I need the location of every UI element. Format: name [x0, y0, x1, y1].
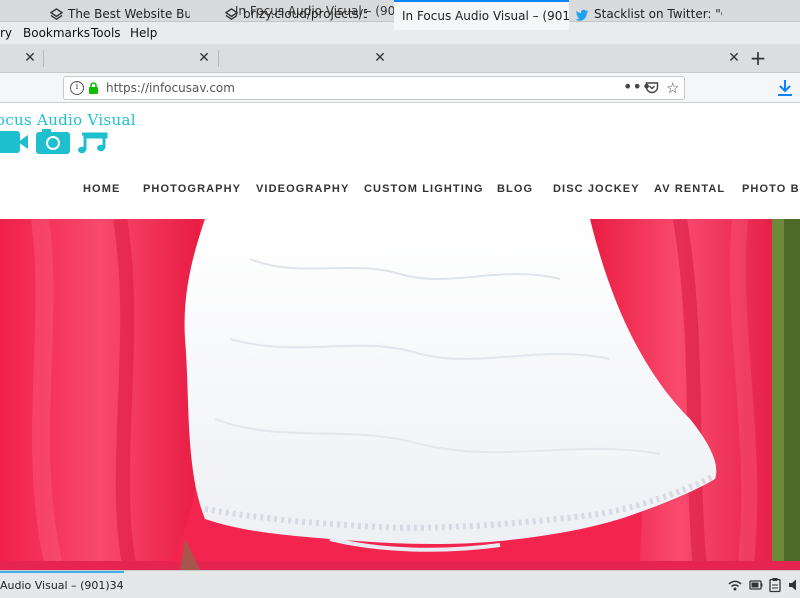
- brizy-icon: [225, 8, 238, 20]
- nav-photo-booth[interactable]: PHOTO BO: [742, 183, 800, 199]
- nav-blog[interactable]: BLOG: [497, 183, 533, 199]
- wifi-icon[interactable]: [728, 577, 742, 593]
- clipboard-icon[interactable]: [769, 577, 781, 593]
- twitter-icon: [576, 9, 589, 21]
- site-header: ocus Audio Visual HOME PHOTOGRAPHY VIDEO…: [0, 103, 800, 219]
- music-note-icon: [78, 132, 108, 154]
- taskbar-firefox-entry[interactable]: Audio Visual – (901)34-FOCUS: [0, 571, 124, 598]
- tab-close-button[interactable]: ✕: [18, 44, 42, 73]
- tab-stacklist-twitter[interactable]: Stacklist on Twitter: "Great: [570, 2, 722, 29]
- tab-bar: [0, 44, 800, 73]
- tab-label: The Best Website Builder |: [68, 7, 190, 21]
- tab-divider: [43, 50, 44, 67]
- info-icon[interactable]: i: [70, 81, 84, 95]
- taskbar: Audio Visual – (901)34-FOCUS: [0, 570, 800, 598]
- tab-in-focus-active[interactable]: In Focus Audio Visual – (901)34-: [394, 0, 569, 30]
- nav-av-rental[interactable]: AV RENTAL: [654, 183, 725, 199]
- taskbar-entry-label: Audio Visual – (901)34-FOCUS: [0, 579, 124, 592]
- camera-icon: [36, 129, 70, 154]
- download-icon[interactable]: [776, 78, 794, 98]
- bookmark-star-icon[interactable]: ☆: [666, 78, 679, 98]
- tab-website-builder[interactable]: The Best Website Builder |: [44, 2, 190, 29]
- battery-icon[interactable]: [749, 577, 763, 593]
- site-logo[interactable]: [0, 129, 116, 155]
- menu-history[interactable]: ry: [0, 22, 12, 44]
- navigation-toolbar: i https://infocusav.com ••• ☆: [0, 73, 800, 103]
- lock-icon[interactable]: [88, 82, 99, 94]
- tab-label: In Focus Audio Visual – (901)34-: [402, 9, 569, 23]
- tab-brizy-projects[interactable]: brizy.cloud/projects/53046: [219, 2, 367, 29]
- address-bar[interactable]: i https://infocusav.com ••• ☆: [63, 76, 685, 100]
- url-text[interactable]: https://infocusav.com: [106, 77, 235, 99]
- video-camera-icon: [0, 131, 28, 153]
- brizy-icon: [50, 8, 63, 20]
- tab-label: Stacklist on Twitter: "Great: [594, 7, 722, 21]
- new-tab-button[interactable]: +: [745, 44, 771, 73]
- nav-disc-jockey[interactable]: DISC JOCKEY: [553, 183, 640, 199]
- tab-label: brizy.cloud/projects/53046: [243, 7, 367, 21]
- site-logo-text[interactable]: ocus Audio Visual: [0, 111, 136, 129]
- nav-home[interactable]: HOME: [83, 183, 120, 199]
- tab-divider: [218, 50, 219, 67]
- tab-close-button[interactable]: ✕: [192, 44, 216, 73]
- volume-icon[interactable]: [788, 577, 800, 593]
- nav-videography[interactable]: VIDEOGRAPHY: [256, 183, 349, 199]
- tab-close-button[interactable]: ✕: [722, 44, 746, 73]
- hero-image: [0, 219, 800, 570]
- nav-custom-lighting[interactable]: CUSTOM LIGHTING: [364, 183, 484, 199]
- pocket-icon[interactable]: [645, 81, 659, 95]
- tab-close-button[interactable]: ✕: [368, 44, 392, 73]
- wedding-dress-photo: [0, 219, 800, 570]
- nav-photography[interactable]: PHOTOGRAPHY: [143, 183, 241, 199]
